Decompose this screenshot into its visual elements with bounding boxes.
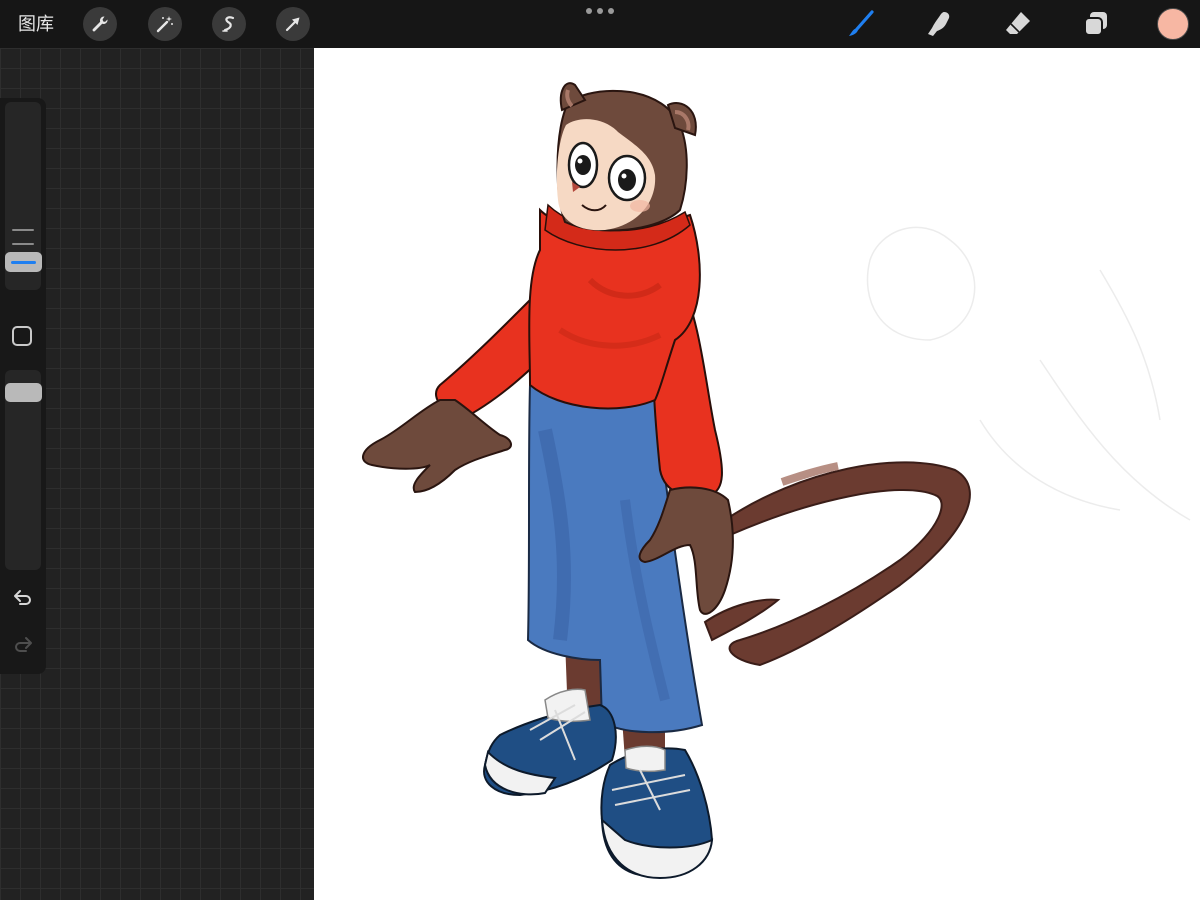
workspace-background	[0, 48, 314, 900]
color-picker-swatch[interactable]	[1157, 8, 1189, 40]
layers-icon[interactable]	[1080, 8, 1112, 40]
square-modify-icon[interactable]	[12, 326, 32, 346]
character-illustration	[362, 82, 1191, 880]
magic-wand-icon[interactable]	[148, 7, 182, 41]
three-dots-icon[interactable]	[586, 8, 614, 16]
size-indicator	[11, 261, 36, 264]
tail	[723, 461, 971, 667]
size-tick	[12, 243, 34, 245]
undo-arrow-icon[interactable]	[9, 587, 37, 609]
arrow-cursor-icon[interactable]	[276, 7, 310, 41]
size-tick	[12, 229, 34, 231]
left-hand	[362, 399, 512, 494]
top-toolbar: 图库	[0, 0, 1200, 48]
gallery-button[interactable]: 图库	[18, 12, 54, 36]
brush-icon[interactable]	[845, 8, 877, 40]
redo-arrow-icon[interactable]	[9, 634, 37, 656]
selection-s-icon[interactable]	[212, 7, 246, 41]
wrench-icon[interactable]	[83, 7, 117, 41]
eraser-icon[interactable]	[1002, 8, 1034, 40]
smudge-finger-icon[interactable]	[924, 8, 956, 40]
drawing-canvas[interactable]	[314, 48, 1200, 900]
sidebar	[0, 98, 46, 674]
opacity-handle[interactable]	[5, 383, 42, 402]
brush-size-handle[interactable]	[5, 252, 42, 272]
